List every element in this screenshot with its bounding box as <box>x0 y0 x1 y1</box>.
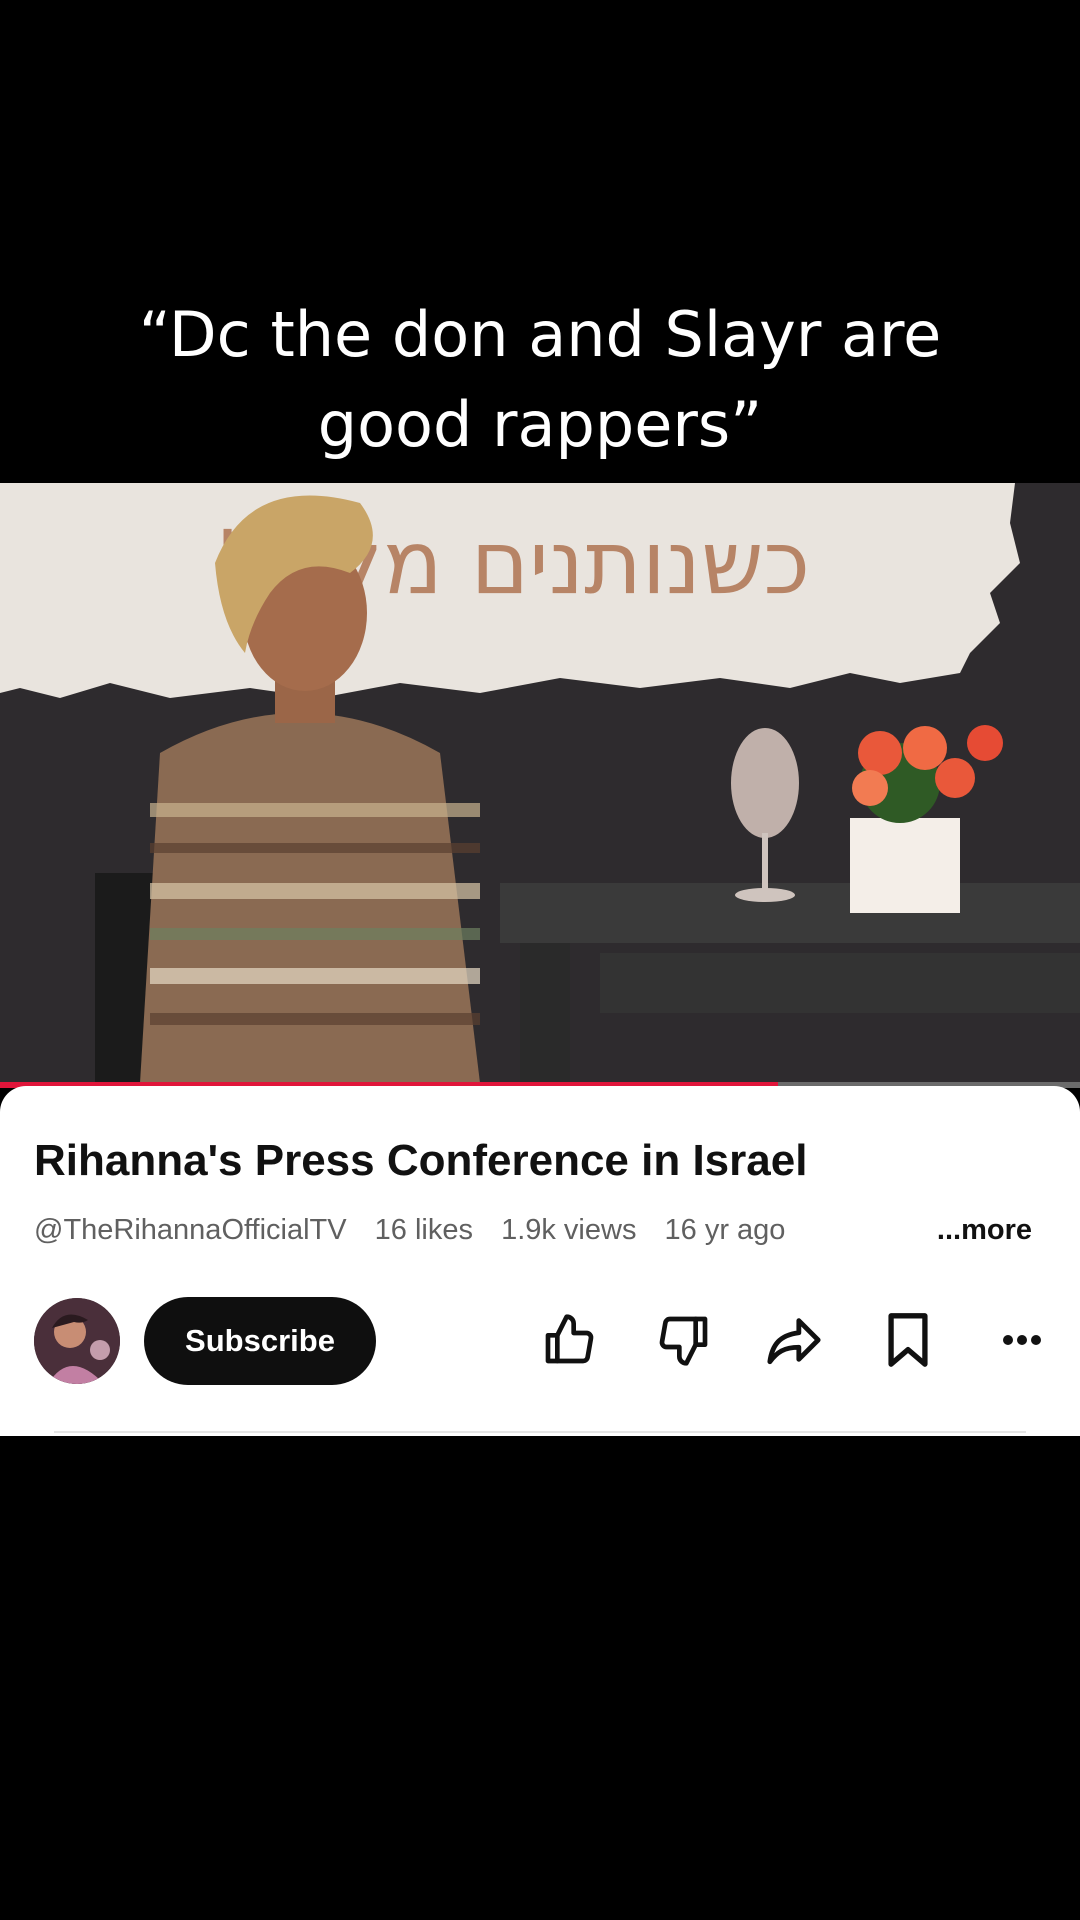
share-icon[interactable] <box>762 1308 826 1372</box>
channel-avatar[interactable] <box>34 1298 120 1384</box>
caption-line-2: good rappers” <box>317 388 763 461</box>
channel-handle[interactable]: @TheRihannaOfficialTV <box>34 1214 347 1246</box>
caption-line-1: “Dc the don and Slayr are <box>138 298 942 371</box>
views-count: 1.9k views <box>501 1214 637 1246</box>
divider <box>54 1431 1026 1433</box>
thumbs-up-icon[interactable] <box>537 1308 601 1372</box>
thumbs-down-icon[interactable] <box>652 1308 716 1372</box>
more-options-icon[interactable] <box>990 1308 1054 1372</box>
more-link[interactable]: ...more <box>937 1214 1032 1247</box>
video-meta: @TheRihannaOfficialTV 16 likes 1.9k view… <box>34 1214 805 1247</box>
save-icon[interactable] <box>876 1308 940 1372</box>
video-title[interactable]: Rihanna's Press Conference in Israel <box>34 1136 807 1186</box>
video-player[interactable]: כשנותנים מקבל <box>0 483 1080 1083</box>
video-frame: כשנותנים מקבל <box>0 483 1080 1083</box>
subscribe-button[interactable]: Subscribe <box>144 1297 376 1385</box>
video-info-card: Rihanna's Press Conference in Israel @Th… <box>0 1086 1080 1436</box>
likes-count: 16 likes <box>374 1214 473 1246</box>
upload-age: 16 yr ago <box>664 1214 786 1246</box>
overlay-caption: “Dc the don and Slayr are good rappers” <box>0 290 1080 470</box>
